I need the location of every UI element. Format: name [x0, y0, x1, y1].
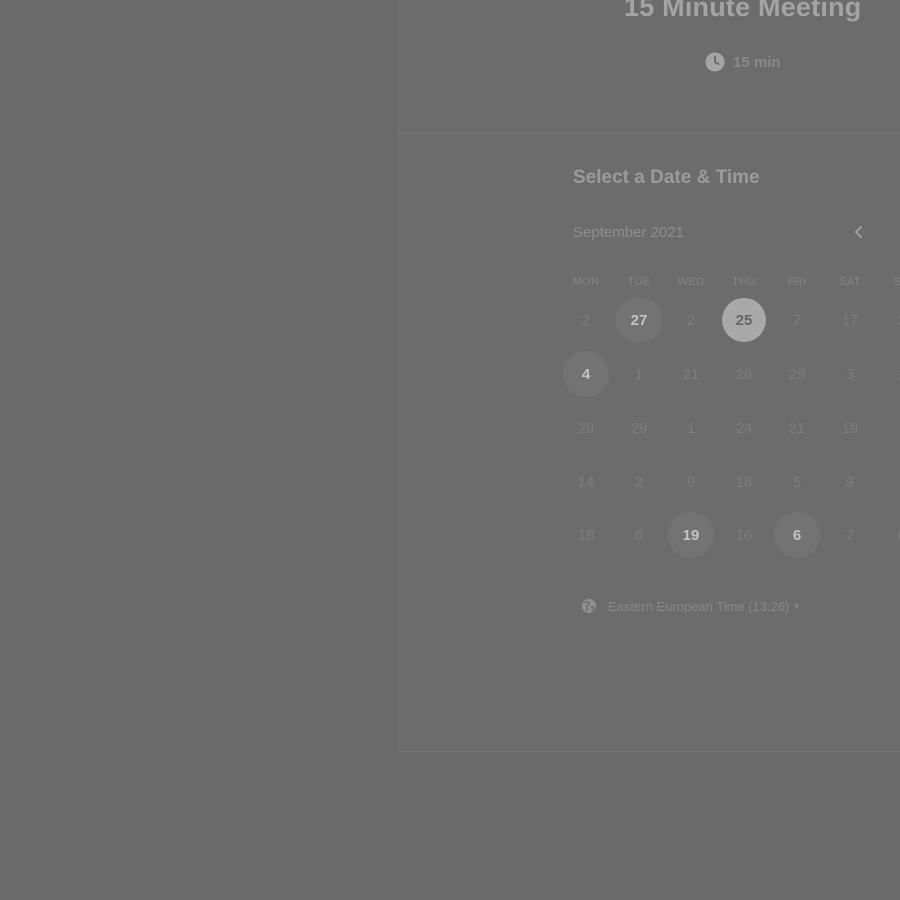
month-label: September 2021 — [573, 224, 684, 241]
weekday-label-fri: FRI — [787, 276, 807, 288]
weekday-label-thu: THU — [732, 276, 756, 288]
calendar-day-available[interactable]: 19 — [668, 512, 714, 558]
globe-icon — [582, 599, 596, 613]
calendar-day: 2 — [879, 297, 900, 343]
weekday-label-su: SU — [894, 276, 900, 288]
timezone-selector[interactable]: Eastern European Time (13:26) ▾ — [581, 598, 799, 614]
calendar-day: 29 — [630, 419, 648, 437]
section-title: Select a Date & Time — [573, 167, 760, 188]
calendar-day: 18 — [577, 526, 595, 544]
calendar-day: 14 — [577, 473, 595, 491]
calendar-day: 2 — [581, 311, 591, 329]
weekday-label-wed: WED — [677, 276, 705, 288]
weekday-label-sat: SAT — [839, 276, 861, 288]
duration-label: 15 min — [733, 53, 781, 71]
calendar-day: 3 — [845, 365, 855, 383]
calendar-day: 6 — [634, 526, 644, 544]
calendar-day: 26 — [735, 365, 753, 383]
calendar-day: 16 — [735, 526, 753, 544]
calendar-day: 1 — [686, 419, 696, 437]
calendar-day: 1 — [879, 351, 900, 397]
calendar-day: 21 — [682, 365, 700, 383]
clock-icon — [705, 52, 725, 72]
page-background: 15 Minute Meeting 15 min Select a Date &… — [0, 0, 900, 900]
calendar-day: 2 — [634, 473, 644, 491]
calendar-day: 21 — [788, 419, 806, 437]
calendar-day-available[interactable]: 4 — [563, 351, 609, 397]
calendar-day-available[interactable]: 27 — [616, 297, 662, 343]
event-title: 15 Minute Meeting — [624, 0, 862, 22]
calendar-day: 17 — [841, 311, 859, 329]
calendar-day: 1 — [634, 365, 644, 383]
calendar-day: 7 — [792, 311, 802, 329]
prev-month-button[interactable] — [847, 220, 871, 244]
scheduling-card: 15 Minute Meeting 15 min Select a Date &… — [398, 0, 900, 752]
calendar-day: 29 — [577, 419, 595, 437]
weekday-label-tue: TUE — [627, 276, 651, 288]
calendar-day: 0 — [879, 512, 900, 558]
calendar-day: 2 — [686, 311, 696, 329]
caret-down-icon: ▾ — [794, 600, 799, 611]
calendar-day: 29 — [788, 365, 806, 383]
calendar-day: 18 — [735, 473, 753, 491]
calendar-day-selected[interactable]: 25 — [722, 298, 766, 342]
calendar-day: 9 — [686, 473, 696, 491]
event-duration: 15 min — [705, 52, 781, 72]
timezone-label: Eastern European Time (13:26) — [608, 598, 790, 614]
calendar-day: 5 — [792, 473, 802, 491]
calendar-day: 19 — [841, 419, 859, 437]
chevron-left-icon — [855, 226, 862, 238]
header-divider — [399, 132, 900, 133]
calendar-day: 7 — [845, 526, 855, 544]
calendar-day: 24 — [735, 419, 753, 437]
weekday-label-mon: MON — [572, 276, 600, 288]
calendar-day: 9 — [845, 473, 855, 491]
calendar-day-available[interactable]: 6 — [774, 512, 820, 558]
